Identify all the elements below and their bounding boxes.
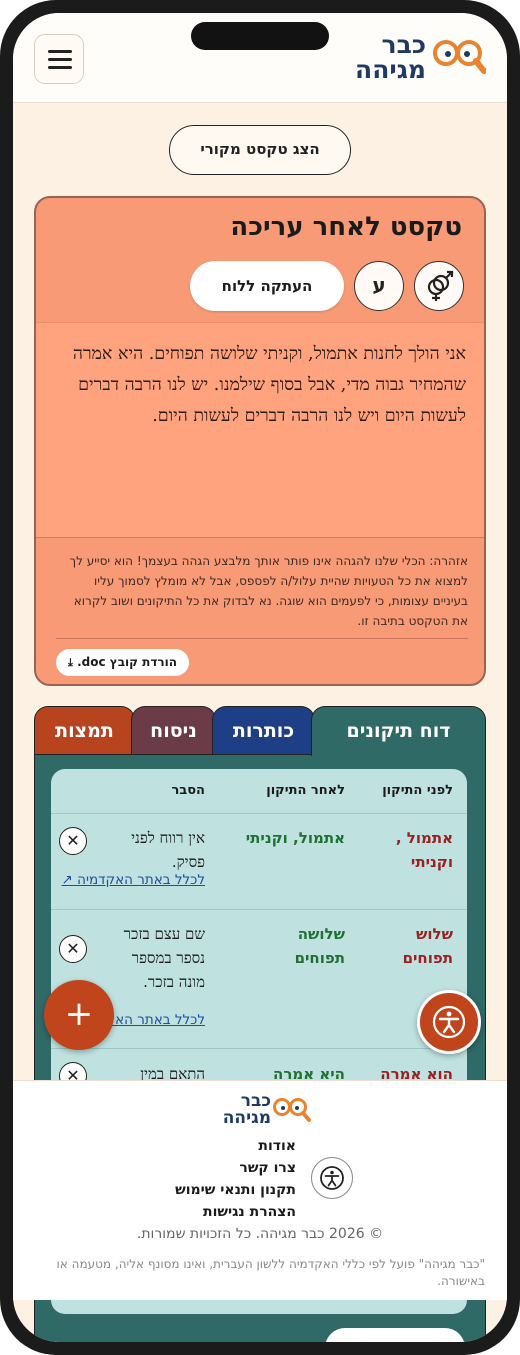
- disclaimer-text: "כבר מגיהה" פועל לפי כללי האקדמיה ללשון …: [56, 1257, 485, 1288]
- logo-text: כבר מגיהה: [355, 32, 426, 82]
- footer-link-accessibility[interactable]: הצהרת נגישות: [175, 1201, 296, 1223]
- menu-button[interactable]: [34, 34, 84, 84]
- ayin-button[interactable]: ע: [354, 261, 404, 311]
- explanation-cell: אין רווח לפני פסיק.: [131, 829, 205, 871]
- download-doc-button[interactable]: הורדת קובץ doc. ⤓: [56, 649, 189, 676]
- close-icon: ✕: [66, 831, 80, 850]
- hamburger-icon: [48, 50, 72, 53]
- dismiss-correction-button[interactable]: ✕: [59, 827, 87, 855]
- footer-logo[interactable]: כבר מגיהה: [209, 1093, 311, 1129]
- accessibility-button[interactable]: [417, 990, 481, 1054]
- phone-frame: כבר מגיהה הצג טקסט מקורי טקסט לאחר עריכה: [0, 0, 520, 1355]
- explanation-cell: שם עצם בזכר נספר במספר מונה בזכר.: [123, 925, 205, 991]
- logo-line-2: מגיהה: [355, 55, 426, 84]
- after-cell: אתמול, וקניתי: [245, 829, 345, 847]
- divider: [56, 638, 468, 639]
- header-after: לאחר התיקון: [266, 783, 345, 798]
- before-cell: שלוש תפוחים: [402, 925, 453, 967]
- magnifier-glasses-icon: [273, 1098, 311, 1122]
- accessibility-icon: [320, 1166, 344, 1190]
- card-title: טקסט לאחר עריכה: [230, 212, 462, 242]
- after-cell: שלושה תפוחים: [294, 925, 345, 967]
- close-icon: ✕: [66, 939, 80, 958]
- copyright-text: © 2026 כבר מגיהה. כל הזכויות שמורות.: [136, 1226, 384, 1242]
- logo[interactable]: כבר מגיהה: [341, 32, 486, 86]
- before-cell: אתמול , וקניתי: [395, 829, 453, 871]
- tab-corrections-report[interactable]: דוח תיקונים: [311, 706, 486, 756]
- camera-notch: [191, 22, 329, 50]
- warning-text: אזהרה: הכלי שלנו להגהה אינו פותר אותך מל…: [69, 554, 468, 628]
- header-before: לפני התיקון: [382, 783, 453, 798]
- divider: [51, 1048, 467, 1049]
- dismiss-correction-button[interactable]: ✕: [59, 935, 87, 963]
- show-original-button[interactable]: הצג טקסט מקורי: [169, 125, 351, 175]
- tab-titles[interactable]: כותרות: [212, 706, 315, 754]
- gender-symbol-icon: [427, 270, 454, 301]
- logo-line-1: כבר: [381, 30, 426, 59]
- copy-to-clipboard-button[interactable]: העתקה ללוח: [190, 261, 344, 311]
- hamburger-line: [48, 58, 72, 61]
- header-explanation: הסבר: [171, 783, 205, 798]
- footer-logo-text: כבר מגיהה: [223, 1093, 271, 1127]
- download-icon: ⤓: [68, 656, 73, 669]
- edited-text-body[interactable]: אני הולך לחנות אתמול, וקניתי שלושה תפוחי…: [36, 322, 484, 538]
- magnifier-glasses-icon: [433, 40, 486, 74]
- academy-rule-link[interactable]: לכלל באתר האקדמיה ↗: [62, 872, 205, 888]
- site-footer: כבר מגיהה אודות צרו קשר תקנון ותנאי שימו…: [13, 1080, 507, 1300]
- accessibility-icon: [432, 1005, 466, 1039]
- download-label: הורדת קובץ doc.: [77, 655, 177, 669]
- screen: כבר מגיהה הצג טקסט מקורי טקסט לאחר עריכה: [13, 13, 507, 1342]
- gender-toggle-button[interactable]: [414, 261, 464, 311]
- add-button[interactable]: +: [44, 980, 114, 1050]
- footer-logo-line-2: מגיהה: [222, 1108, 271, 1128]
- edited-text-card: טקסט לאחר עריכה ע העתקה ללוח אני הולך לח…: [34, 196, 486, 686]
- footer-accessibility-button[interactable]: [311, 1157, 353, 1199]
- footer-link-terms[interactable]: תקנון ותנאי שימוש: [175, 1179, 296, 1201]
- footer-link-contact[interactable]: צרו קשר: [175, 1157, 296, 1179]
- footer-link-about[interactable]: אודות: [175, 1135, 296, 1157]
- tab-wording[interactable]: ניסוח: [131, 706, 216, 754]
- hamburger-line: [48, 66, 72, 69]
- bottom-pill: [325, 1328, 465, 1342]
- footer-links: אודות צרו קשר תקנון ותנאי שימוש הצהרת נג…: [175, 1135, 296, 1223]
- tab-summaries[interactable]: תמצות: [34, 706, 135, 754]
